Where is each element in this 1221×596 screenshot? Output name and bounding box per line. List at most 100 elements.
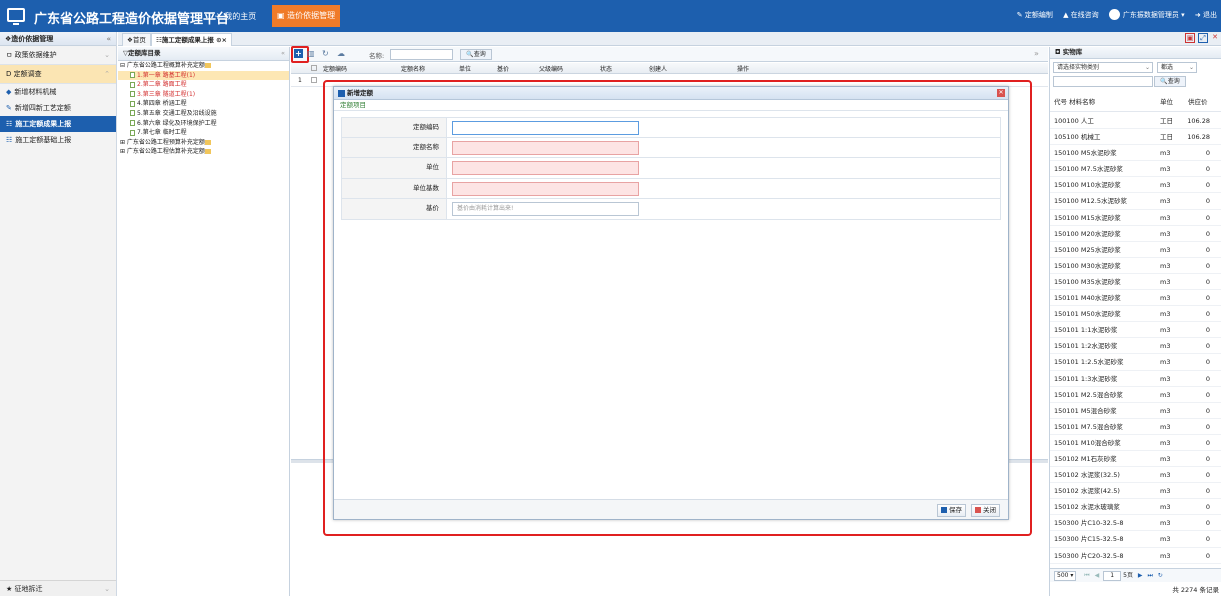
first-page-icon[interactable]: ⏮	[1084, 572, 1089, 579]
material-row[interactable]: 150300 片C10-32.5-8 m3 0	[1050, 515, 1221, 532]
scope-select[interactable]: 都选 ⌄	[1157, 62, 1197, 73]
collapse-left-icon[interactable]: «	[281, 47, 285, 60]
next-page-icon[interactable]: ▶	[1138, 572, 1143, 579]
material-row[interactable]: 150300 片C20-32.5-8 m3 0	[1050, 548, 1221, 564]
nav-home[interactable]: ✈ 我的主页	[210, 8, 261, 25]
material-row[interactable]: 150100 M7.5水泥砂浆 m3 0	[1050, 161, 1221, 178]
sidebar-item-new-material[interactable]: ◆ 新增材料机械	[0, 84, 116, 100]
tree-leaf[interactable]: 4.第四章 桥涵工程	[118, 99, 289, 109]
material-row[interactable]: 150101 M2.5混合砂浆 m3 0	[1050, 387, 1221, 403]
material-category-select[interactable]: 请选择实物类别 ⌄	[1053, 62, 1153, 73]
upload-icon[interactable]: ☁	[337, 49, 345, 58]
maximize-icon[interactable]: ⤢	[1198, 33, 1208, 43]
material-row[interactable]: 150101 M40水泥砂浆 m3 0	[1050, 290, 1221, 307]
col-name[interactable]: 定额名称	[401, 64, 425, 73]
sidebar-group-land-acquisition[interactable]: ★ 征地拆迁 ⌄	[0, 580, 116, 596]
material-row[interactable]: 150102 M1石灰砂浆 m3 0	[1050, 451, 1221, 468]
quota-code-input[interactable]	[452, 121, 639, 135]
refresh-icon[interactable]: ↻	[322, 49, 329, 58]
sidebar-item-construction-result[interactable]: ☷ 施工定额成果上报	[0, 116, 116, 132]
collapse-right-icon[interactable]: »	[1034, 49, 1039, 58]
material-row[interactable]: 150101 1:3水泥砂浆 m3 0	[1050, 371, 1221, 387]
refresh-icon[interactable]: ↻	[1158, 572, 1163, 579]
tab-construction-result[interactable]: ☷施工定额成果上报 ⊙×	[151, 33, 232, 46]
col-code-name[interactable]: 代号 材料名称	[1054, 92, 1095, 112]
name-search-input[interactable]	[390, 49, 453, 60]
page-input[interactable]: 1	[1103, 571, 1122, 581]
tree-folder[interactable]: ⊟ 广东省公路工程概算补充定额	[118, 61, 289, 71]
tree-leaf[interactable]: 7.第七章 临时工程	[118, 128, 289, 138]
tab-home[interactable]: ❖首页	[122, 33, 151, 46]
sidebar-item-construction-basic[interactable]: ☷ 施工定额基础上报	[0, 132, 116, 148]
col-unit[interactable]: 单位	[1160, 92, 1173, 112]
tree-leaf[interactable]: 2.第二章 路面工程	[118, 80, 289, 90]
col-creator[interactable]: 创建人	[649, 64, 667, 73]
material-row[interactable]: 150300 片C15-32.5-8 m3 0	[1050, 531, 1221, 548]
material-row[interactable]: 150100 M30水泥砂浆 m3 0	[1050, 258, 1221, 274]
restore-icon[interactable]: ▣	[1185, 33, 1195, 43]
material-code: 150100 M20水泥砂浆	[1054, 229, 1121, 238]
nav-cost-basis[interactable]: ▣ 造价依据管理	[272, 5, 341, 27]
last-page-icon[interactable]: ⏭	[1147, 572, 1152, 579]
row-checkbox[interactable]	[311, 77, 317, 83]
col-supply-price[interactable]: 供应价	[1188, 92, 1208, 112]
tree-leaf[interactable]: 6.第六章 绿化及环境保护工程	[118, 119, 289, 129]
material-row[interactable]: 105100 机械工 工日 106.28	[1050, 129, 1221, 146]
sidebar-group-policy[interactable]: ㅁ 政策依据维护 ⌄	[0, 46, 116, 65]
col-parent-code[interactable]: 父级编码	[539, 64, 563, 73]
material-library-header: ◘ 实物库	[1050, 47, 1221, 59]
sidebar-item-new-process-quota[interactable]: ✎ 新增四新工艺定额	[0, 100, 116, 116]
material-code: 150101 M50水泥砂浆	[1054, 310, 1121, 319]
tree-folder[interactable]: ⊞ 广东省公路工程预算补充定额	[118, 138, 289, 148]
material-row[interactable]: 150102 水泥水玻璃浆 m3 0	[1050, 499, 1221, 516]
user-menu[interactable]: 广东振数据管理员 ▾	[1108, 9, 1185, 20]
material-row[interactable]: 150101 M5混合砂浆 m3 0	[1050, 403, 1221, 419]
material-row[interactable]: 150100 M10水泥砂浆 m3 0	[1050, 177, 1221, 194]
page-size-select[interactable]: 500 ▾	[1054, 571, 1077, 581]
delete-icon[interactable]: ▥	[307, 49, 315, 58]
unit-input[interactable]	[452, 161, 639, 175]
material-row[interactable]: 150102 水泥浆(42.5) m3 0	[1050, 483, 1221, 500]
prev-page-icon[interactable]: ◀	[1095, 572, 1100, 579]
material-row[interactable]: 150100 M15水泥砂浆 m3 0	[1050, 210, 1221, 226]
material-row[interactable]: 150102 水泥浆(32.5) m3 0	[1050, 467, 1221, 484]
save-button[interactable]: 保存	[937, 504, 966, 517]
base-price-input[interactable]: 基价由消耗计算出来!	[452, 202, 639, 216]
collapse-left-icon[interactable]: «	[106, 32, 111, 46]
col-code[interactable]: 定额编码	[323, 64, 347, 73]
tree-leaf[interactable]: 3.第三章 隧道工程(1)	[118, 90, 289, 100]
col-unit[interactable]: 单位	[459, 64, 471, 73]
material-row[interactable]: 150100 M5水泥砂浆 m3 0	[1050, 145, 1221, 162]
unit-base-input[interactable]	[452, 181, 639, 196]
add-icon[interactable]: +	[294, 49, 303, 58]
material-row[interactable]: 150101 M7.5混合砂浆 m3 0	[1050, 419, 1221, 435]
tree-leaf[interactable]: 5.第五章 交通工程及沿线设施	[118, 109, 289, 119]
material-row[interactable]: 150101 M10混合砂浆 m3 0	[1050, 435, 1221, 451]
tree-folder[interactable]: ⊞ 广东省公路工程估算补充定额	[118, 147, 289, 157]
sidebar-group-quota-survey[interactable]: D 定额调查 ⌃	[0, 65, 116, 84]
material-row[interactable]: 150100 M20水泥砂浆 m3 0	[1050, 226, 1221, 242]
col-base-price[interactable]: 基价	[497, 64, 509, 73]
material-row[interactable]: 150100 M25水泥砂浆 m3 0	[1050, 242, 1221, 258]
material-search-input[interactable]	[1053, 76, 1153, 87]
material-row[interactable]: 150101 1:2.5水泥砂浆 m3 0	[1050, 354, 1221, 371]
dialog-close-icon[interactable]: ✕	[997, 89, 1005, 97]
online-consult-link[interactable]: ▲ 在线咨询	[1063, 11, 1099, 19]
close-button[interactable]: 关闭	[971, 504, 1000, 517]
material-row[interactable]: 150101 M50水泥砂浆 m3 0	[1050, 306, 1221, 323]
material-row[interactable]: 100100 人工 工日 106.28	[1050, 113, 1221, 130]
close-icon[interactable]: ✕	[1210, 33, 1220, 43]
query-button[interactable]: 🔍查询	[460, 49, 492, 60]
select-all-checkbox[interactable]	[311, 65, 317, 71]
tree-leaf[interactable]: 1.第一章 路基工程(1)	[118, 70, 289, 81]
material-row[interactable]: 150101 1:2水泥砂浆 m3 0	[1050, 338, 1221, 355]
material-row[interactable]: 150100 M35水泥砂浆 m3 0	[1050, 274, 1221, 291]
col-status[interactable]: 状态	[600, 64, 612, 73]
new-quota-dialog: 新增定额 ✕ 定额项目 定额编码 定额名称 单位 单位基数 基价 基价由消耗计算…	[333, 86, 1009, 520]
material-row[interactable]: 150100 M12.5水泥砂浆 m3 0	[1050, 193, 1221, 210]
material-row[interactable]: 150101 1:1水泥砂浆 m3 0	[1050, 322, 1221, 339]
material-query-button[interactable]: 🔍查询	[1154, 76, 1186, 87]
quota-name-input[interactable]	[452, 140, 639, 155]
logout-link[interactable]: ➜ 退出	[1195, 11, 1217, 19]
quota-edit-link[interactable]: ✎ 定额编制	[1017, 11, 1053, 19]
